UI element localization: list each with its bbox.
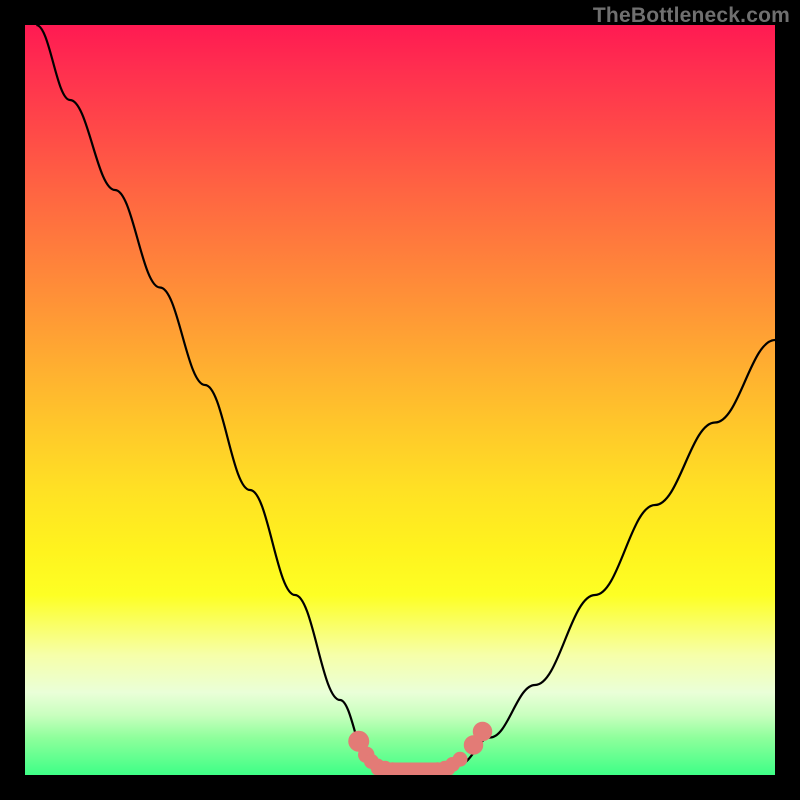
bottleneck-curve xyxy=(36,25,775,771)
curve-marker xyxy=(473,722,493,742)
watermark-text: TheBottleneck.com xyxy=(593,4,790,28)
curve-markers xyxy=(348,722,492,775)
curve-marker xyxy=(453,752,468,767)
chart-svg xyxy=(25,25,775,775)
chart-frame: TheBottleneck.com xyxy=(0,0,800,800)
